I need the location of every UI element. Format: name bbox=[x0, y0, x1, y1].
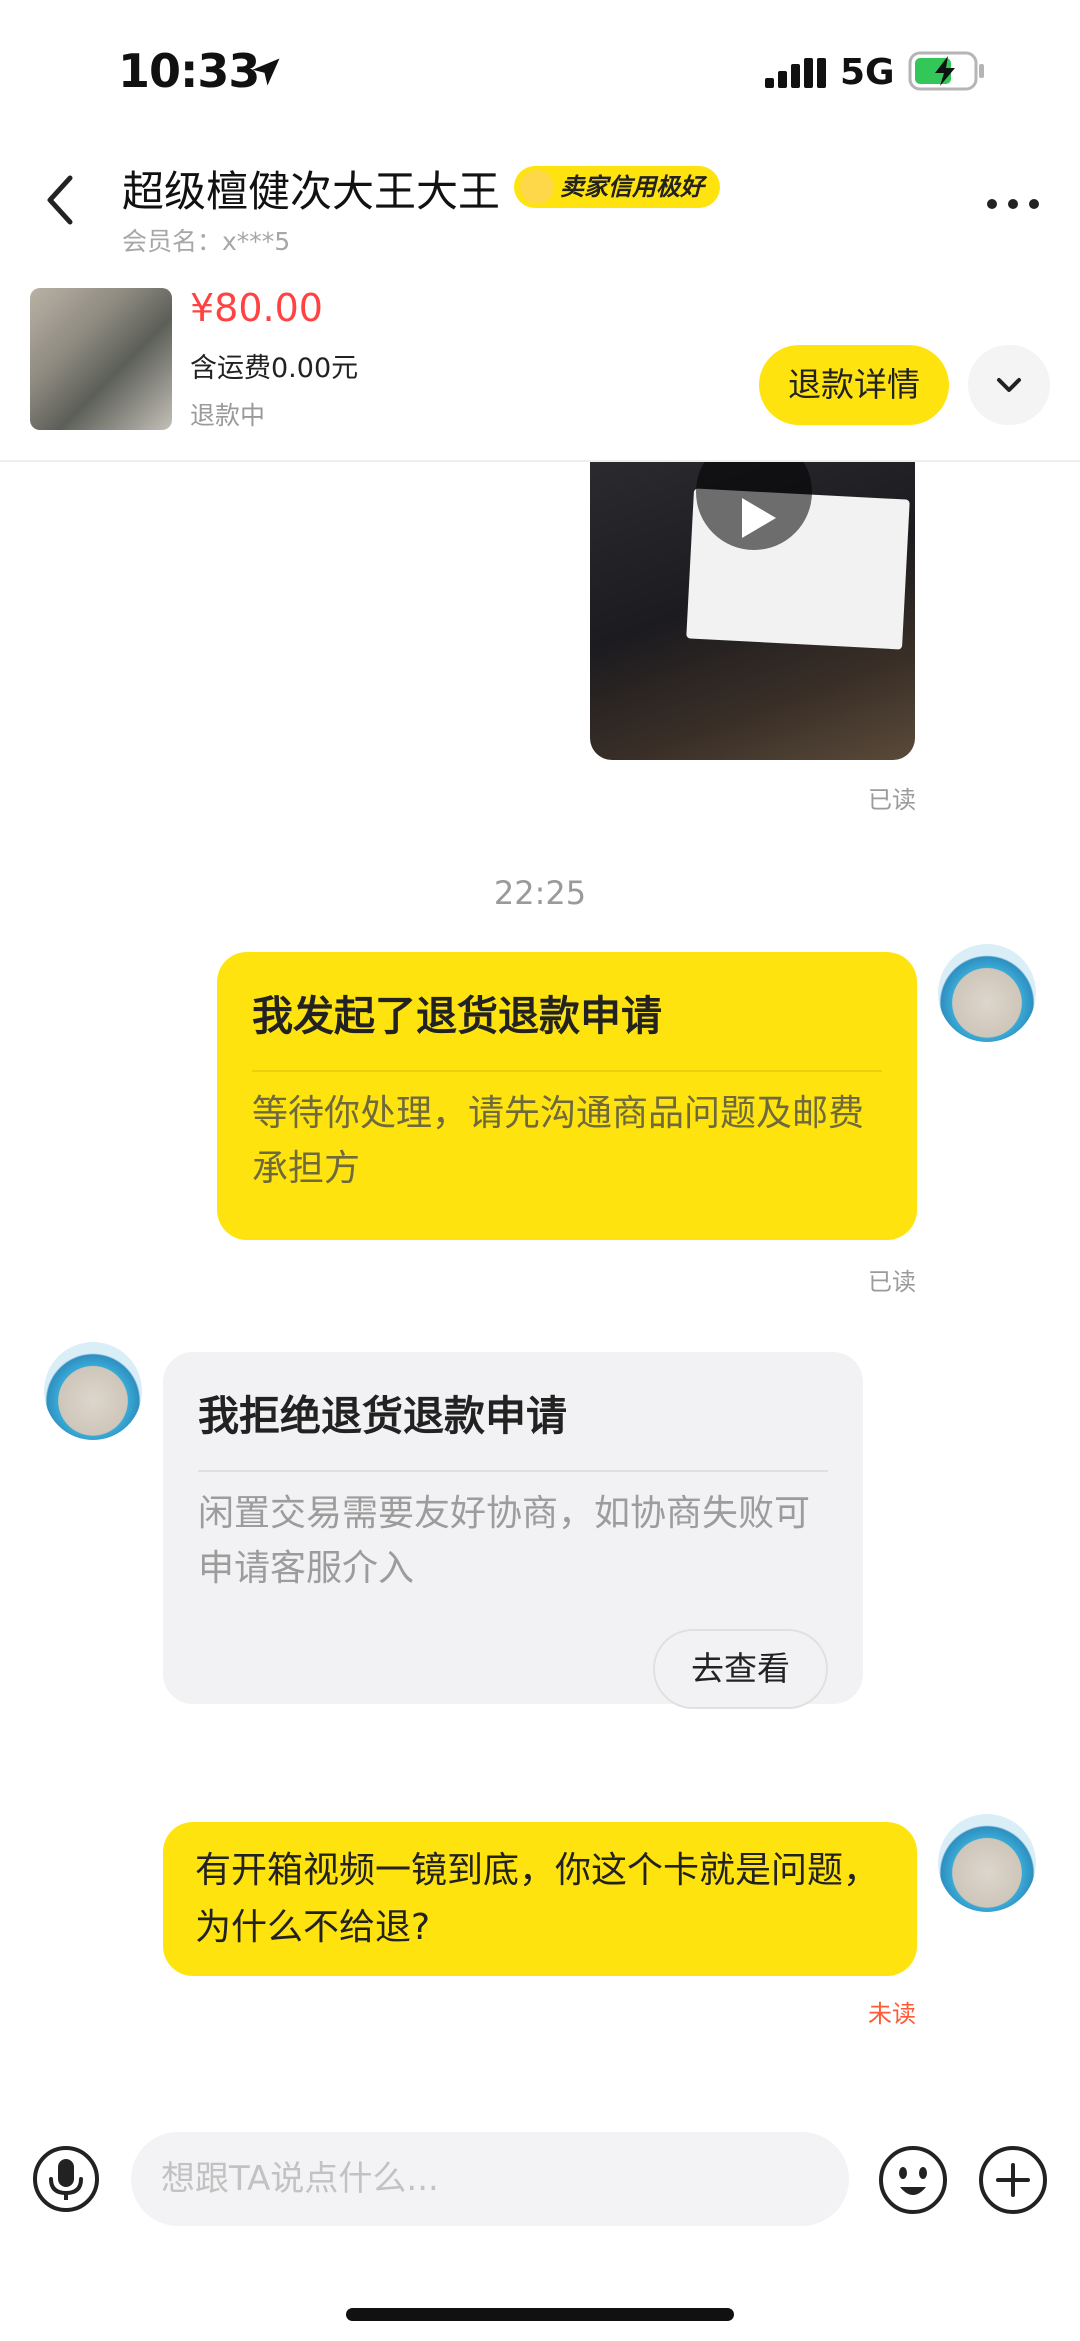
go-view-button[interactable]: 去查看 bbox=[653, 1629, 828, 1709]
voice-input-icon[interactable] bbox=[32, 2145, 100, 2213]
chat-area[interactable]: 已读 22:25 我发起了退货退款申请 等待你处理，请先沟通商品问题及邮费承担方… bbox=[0, 462, 1080, 2122]
card-title: 我拒绝退货退款申请 bbox=[198, 1392, 567, 1440]
home-indicator bbox=[346, 2308, 734, 2321]
seller-name[interactable]: 超级檀健次大王大王 bbox=[122, 158, 500, 219]
credit-badge: 卖家信用极好 bbox=[514, 166, 720, 208]
card-divider bbox=[252, 1070, 882, 1072]
chevron-down-icon bbox=[997, 378, 1021, 392]
member-name: 会员名：x***5 bbox=[122, 227, 291, 256]
card-title: 我发起了退货退款申请 bbox=[252, 992, 662, 1040]
read-status: 已读 bbox=[868, 786, 916, 814]
refund-status: 退款中 bbox=[190, 401, 266, 430]
refund-detail-button[interactable]: 退款详情 bbox=[759, 345, 949, 425]
status-time: 10:33 bbox=[118, 44, 260, 98]
smile-emoji-icon bbox=[520, 170, 554, 204]
credit-badge-label: 卖家信用极好 bbox=[560, 173, 704, 201]
shipping-fee: 含运费0.00元 bbox=[190, 353, 359, 384]
signal-icon bbox=[765, 58, 826, 88]
product-price: ¥80.00 bbox=[190, 286, 323, 330]
card-description: 闲置交易需要友好协商，如协商失败可申请客服介入 bbox=[198, 1493, 811, 1589]
more-options-icon[interactable] bbox=[984, 196, 1042, 212]
back-arrow-icon[interactable] bbox=[36, 170, 88, 230]
read-status: 已读 bbox=[868, 1268, 916, 1296]
seller-avatar[interactable] bbox=[44, 1342, 142, 1440]
my-avatar[interactable] bbox=[938, 1814, 1036, 1912]
play-icon bbox=[696, 462, 812, 550]
emoji-icon[interactable] bbox=[878, 2145, 948, 2215]
battery-charging-icon bbox=[908, 51, 984, 91]
add-attachment-icon[interactable] bbox=[978, 2145, 1048, 2215]
my-avatar[interactable] bbox=[938, 944, 1036, 1042]
unread-status: 未读 bbox=[868, 2000, 916, 2028]
expand-button[interactable] bbox=[968, 345, 1050, 425]
card-divider bbox=[198, 1470, 828, 1472]
card-description: 等待你处理，请先沟通商品问题及邮费承担方 bbox=[252, 1093, 865, 1189]
time-divider: 22:25 bbox=[493, 874, 587, 912]
refund-request-card[interactable]: 我发起了退货退款申请 等待你处理，请先沟通商品问题及邮费承担方 bbox=[217, 952, 917, 1240]
location-arrow-icon bbox=[252, 58, 280, 86]
message-input[interactable] bbox=[131, 2132, 849, 2226]
message-text: 有开箱视频一镜到底，你这个卡就是问题，为什么不给退? bbox=[195, 1850, 880, 1948]
product-thumbnail[interactable] bbox=[30, 288, 172, 430]
network-type: 5G bbox=[840, 52, 895, 93]
video-message[interactable] bbox=[590, 462, 915, 760]
text-message[interactable]: 有开箱视频一镜到底，你这个卡就是问题，为什么不给退? bbox=[163, 1822, 917, 1976]
